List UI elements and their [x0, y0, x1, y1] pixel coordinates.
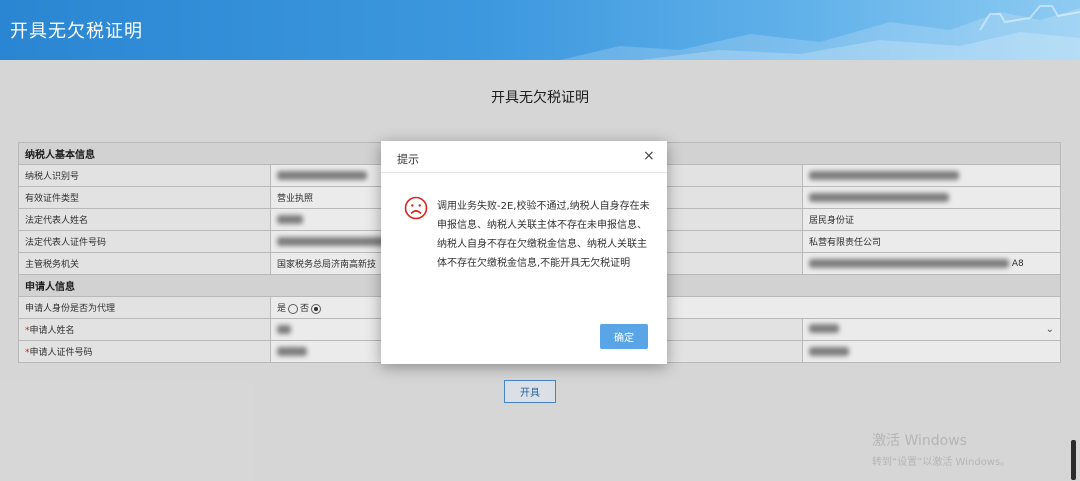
sad-face-icon — [404, 196, 428, 220]
dialog-message: 调用业务失败-2E,校验不通过,纳税人自身存在未申报信息、纳税人关联主体不存在未… — [437, 201, 650, 269]
dialog-title: 提示 — [397, 153, 419, 166]
alert-dialog: 提示 × 调用业务失败-2E,校验不通过,纳税人自身存在未申报信息、纳税人关联主… — [381, 141, 667, 364]
header-title: 开具无欠税证明 — [10, 21, 143, 42]
great-wall-decoration — [560, 5, 1080, 60]
dialog-divider — [381, 172, 667, 173]
close-icon[interactable]: × — [643, 149, 655, 163]
confirm-button[interactable]: 确定 — [600, 324, 648, 349]
header-bar: 开具无欠税证明 — [0, 0, 1080, 60]
